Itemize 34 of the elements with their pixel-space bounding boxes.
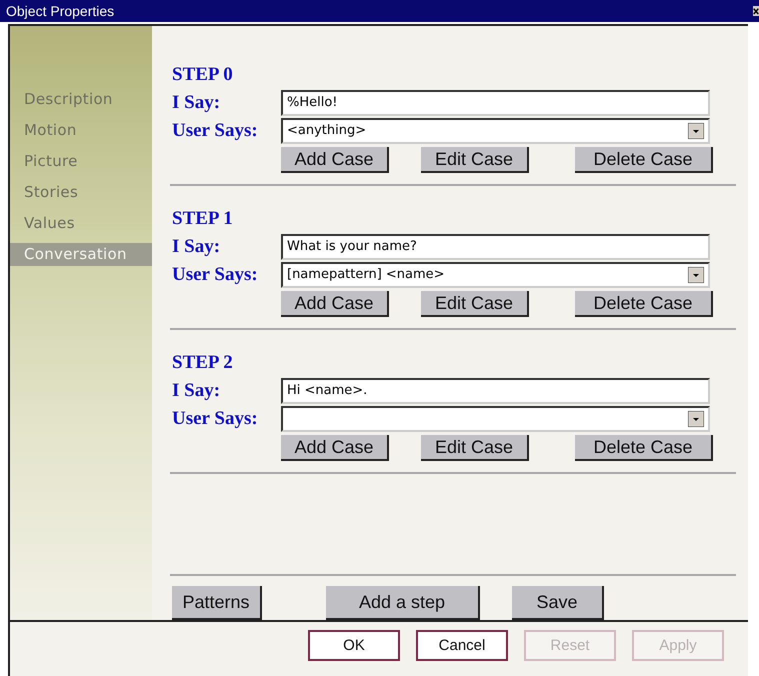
dropdown-arrow-icon[interactable] [688, 123, 704, 139]
dropdown-arrow-icon[interactable] [688, 267, 704, 283]
case-button[interactable]: Delete Case [575, 435, 713, 461]
dropdown-arrow-icon[interactable] [688, 411, 704, 427]
action-button[interactable]: Patterns [172, 586, 262, 620]
dropdown[interactable] [281, 406, 710, 432]
dialog-button[interactable]: Cancel [416, 630, 508, 661]
dialog-button[interactable]: OK [308, 630, 400, 661]
field-label: I Say: [172, 92, 222, 114]
case-button[interactable]: Edit Case [421, 147, 529, 173]
case-button[interactable]: Edit Case [421, 435, 529, 461]
dropdown[interactable]: [namepattern] <name> [281, 262, 710, 288]
input-field[interactable]: Hi <name>. [281, 378, 710, 404]
window-title: Object Properties [6, 3, 114, 19]
action-button[interactable]: Add a step [326, 586, 480, 620]
close-icon[interactable] [753, 6, 759, 16]
step-heading: STEP 2 [172, 352, 234, 375]
field-label: User Says: [172, 264, 259, 286]
field-label: User Says: [172, 120, 259, 142]
case-button[interactable]: Delete Case [575, 291, 713, 317]
case-button[interactable]: Delete Case [575, 147, 713, 173]
step-heading: STEP 0 [172, 64, 234, 87]
action-button[interactable]: Save [512, 586, 604, 620]
case-button[interactable]: Add Case [281, 435, 389, 461]
field-label: User Says: [172, 408, 259, 430]
dropdown[interactable]: <anything> [281, 118, 710, 144]
step-heading: STEP 1 [172, 208, 234, 231]
field-label: I Say: [172, 236, 222, 258]
case-button[interactable]: Add Case [281, 147, 389, 173]
field-label: I Say: [172, 380, 222, 402]
input-field[interactable]: %Hello! [281, 90, 710, 116]
case-button[interactable]: Add Case [281, 291, 389, 317]
case-button[interactable]: Edit Case [421, 291, 529, 317]
input-field[interactable]: What is your name? [281, 234, 710, 260]
